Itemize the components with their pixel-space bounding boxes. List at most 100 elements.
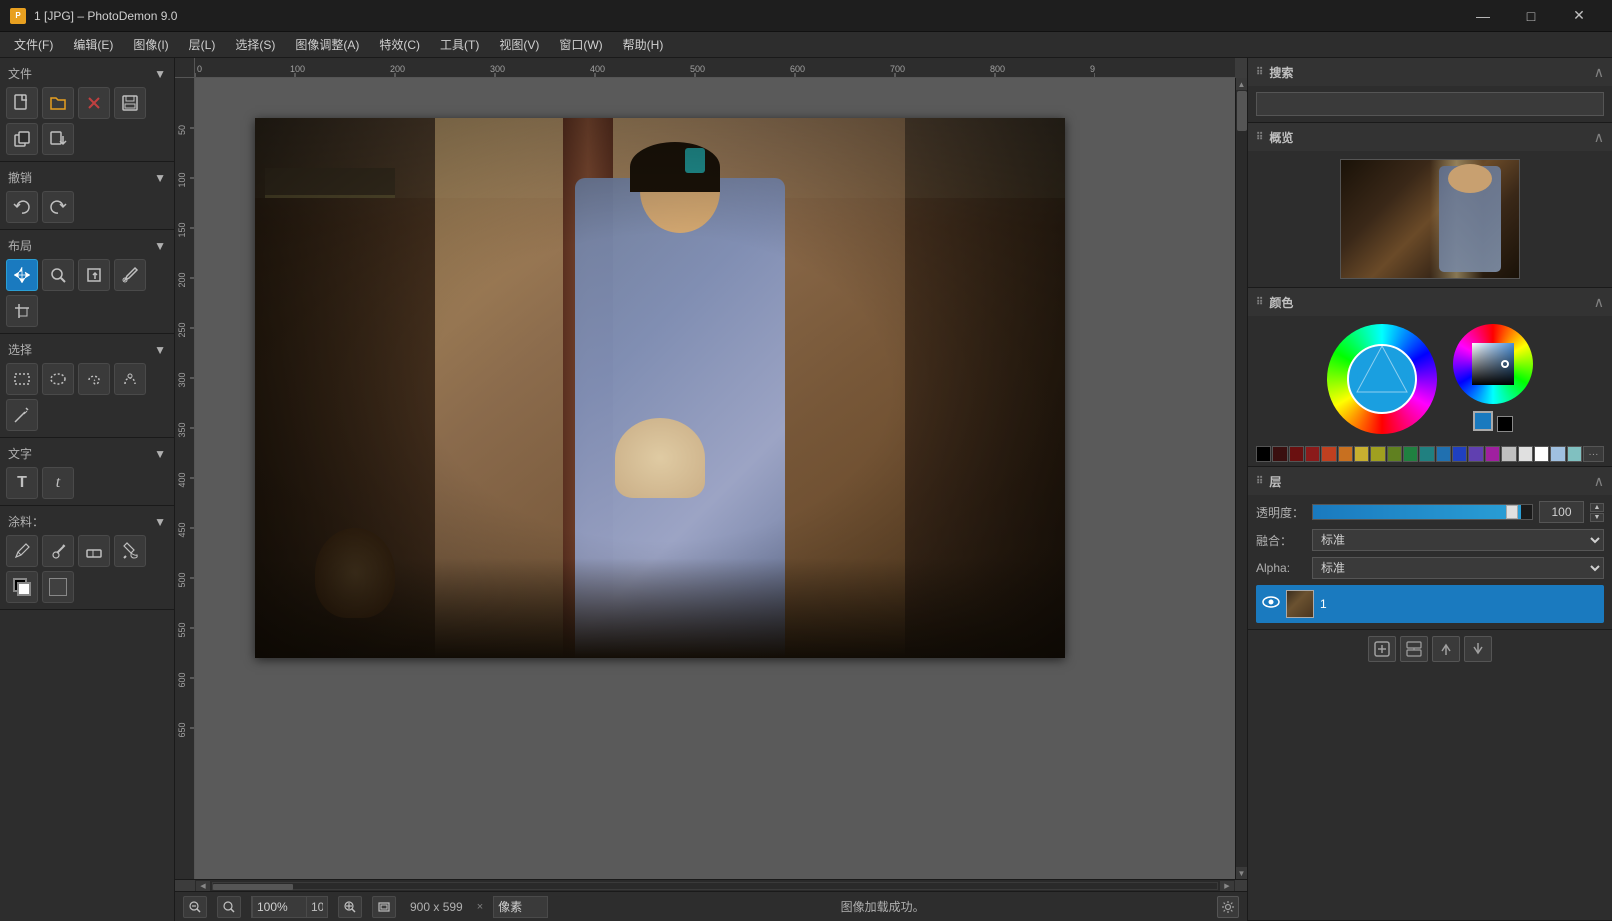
h-scroll-thumb[interactable]: [213, 884, 293, 890]
text-section-header[interactable]: 文字 ▼: [0, 442, 174, 465]
swatch-yellow1[interactable]: [1354, 446, 1369, 462]
open-file-button[interactable]: [42, 87, 74, 119]
menu-item-图像(I)[interactable]: 图像(I): [123, 34, 178, 56]
more-swatches-button[interactable]: ···: [1583, 446, 1604, 462]
magic-select-button[interactable]: [114, 363, 146, 395]
opacity-down[interactable]: ▼: [1590, 513, 1604, 522]
layer-item-1[interactable]: 1: [1256, 585, 1604, 623]
swatch-darkred[interactable]: [1272, 446, 1287, 462]
lasso-select-button[interactable]: [78, 363, 110, 395]
add-layer-button[interactable]: [1368, 636, 1396, 662]
sl-wheel[interactable]: [1327, 324, 1437, 434]
menu-item-工具(T)[interactable]: 工具(T): [430, 34, 489, 56]
opacity-slider[interactable]: [1312, 504, 1533, 520]
redo-button[interactable]: [42, 191, 74, 223]
swatch-blue1[interactable]: [1436, 446, 1451, 462]
close-file-button[interactable]: [78, 87, 110, 119]
eyedropper-tool-button[interactable]: [114, 259, 146, 291]
bg-color-box[interactable]: [1497, 416, 1513, 432]
layers-expand-icon[interactable]: ∧: [1594, 473, 1604, 490]
settings-button[interactable]: [1217, 896, 1239, 918]
h-scrollbar[interactable]: ◀ ▶: [195, 880, 1235, 891]
text-tool-button[interactable]: T: [6, 467, 38, 499]
swatch-blue2[interactable]: [1452, 446, 1467, 462]
h-scroll-track[interactable]: [212, 882, 1218, 890]
swatch-orange2[interactable]: [1338, 446, 1353, 462]
save-file-button[interactable]: [114, 87, 146, 119]
swatch-teal[interactable]: [1419, 446, 1434, 462]
copy-button[interactable]: [6, 123, 38, 155]
swatch-purple2[interactable]: [1485, 446, 1500, 462]
crop-tool-button[interactable]: [6, 295, 38, 327]
text-fancy-button[interactable]: t: [42, 467, 74, 499]
blend-select[interactable]: 标准正片叠底滤色叠加: [1312, 529, 1604, 551]
swatch-yellow2[interactable]: [1370, 446, 1385, 462]
rect-select-button[interactable]: [6, 363, 38, 395]
merge-layers-button[interactable]: [1400, 636, 1428, 662]
fit-button[interactable]: [372, 896, 396, 918]
zoom-control[interactable]: 100% 25%50%75%100%150%200%: [251, 896, 328, 918]
hue-wheel-ring[interactable]: [1453, 324, 1533, 404]
swatch-purple1[interactable]: [1468, 446, 1483, 462]
opacity-thumb[interactable]: [1506, 505, 1518, 519]
zoom-out-button[interactable]: [183, 896, 207, 918]
scroll-up-button[interactable]: ▲: [1236, 78, 1247, 90]
layout-section-header[interactable]: 布局 ▼: [0, 234, 174, 257]
close-button[interactable]: ✕: [1556, 0, 1602, 32]
hue-wheel[interactable]: [1453, 324, 1533, 434]
canvas-viewport[interactable]: [195, 78, 1235, 879]
menu-item-视图(V)[interactable]: 视图(V): [489, 34, 549, 56]
move-layer-down-button[interactable]: [1464, 636, 1492, 662]
scroll-right-button[interactable]: ▶: [1220, 881, 1234, 891]
alpha-select[interactable]: 标准无继承: [1312, 557, 1604, 579]
move-layer-up-button[interactable]: [1432, 636, 1460, 662]
fg-color-box[interactable]: [1473, 411, 1493, 431]
transform-tool-button[interactable]: [78, 259, 110, 291]
scroll-left-button[interactable]: ◀: [196, 881, 210, 891]
export-button[interactable]: [42, 123, 74, 155]
swatch-lightgray[interactable]: [1518, 446, 1533, 462]
swatch-lightblue[interactable]: [1550, 446, 1565, 462]
menu-item-特效(C)[interactable]: 特效(C): [369, 34, 430, 56]
layers-header[interactable]: ⠿ 层 ∧: [1248, 467, 1612, 495]
zoom-input[interactable]: 100%: [252, 896, 307, 918]
swatch-orange1[interactable]: [1321, 446, 1336, 462]
move-tool-button[interactable]: [6, 259, 38, 291]
swatch-green2[interactable]: [1403, 446, 1418, 462]
swatch-lightteal[interactable]: [1567, 446, 1582, 462]
swatch-white[interactable]: [1534, 446, 1549, 462]
pencil-button[interactable]: [6, 535, 38, 567]
search-input[interactable]: [1256, 92, 1604, 116]
file-section-header[interactable]: 文件 ▼: [0, 62, 174, 85]
scroll-down-button[interactable]: ▼: [1236, 867, 1247, 879]
paint-section-header[interactable]: 涂料： ▼: [0, 510, 174, 533]
fill-button[interactable]: [114, 535, 146, 567]
zoom-select[interactable]: 25%50%75%100%150%200%: [307, 896, 327, 918]
zoom-in-button[interactable]: [338, 896, 362, 918]
wand-select-button[interactable]: [6, 399, 38, 431]
zoom-tool-button[interactable]: [42, 259, 74, 291]
color-header[interactable]: ⠿ 颜色 ∧: [1248, 288, 1612, 316]
ellipse-select-button[interactable]: [42, 363, 74, 395]
minimize-button[interactable]: —: [1460, 0, 1506, 32]
menu-item-编辑(E)[interactable]: 编辑(E): [63, 34, 123, 56]
v-scroll-thumb[interactable]: [1237, 91, 1247, 131]
swatch-green1[interactable]: [1387, 446, 1402, 462]
swatch-black[interactable]: [1256, 446, 1271, 462]
opacity-input[interactable]: 100: [1539, 501, 1584, 523]
color-box-button[interactable]: [42, 571, 74, 603]
menu-item-窗口(W)[interactable]: 窗口(W): [549, 34, 612, 56]
right-scrollbar[interactable]: ▲ ▼: [1235, 78, 1247, 879]
select-section-header[interactable]: 选择 ▼: [0, 338, 174, 361]
menu-item-选择(S)[interactable]: 选择(S): [225, 34, 285, 56]
search-header[interactable]: ⠿ 搜索 ∧: [1248, 58, 1612, 86]
menu-item-层(L)[interactable]: 层(L): [179, 34, 226, 56]
opacity-up[interactable]: ▲: [1590, 503, 1604, 512]
layer-visibility-icon[interactable]: [1262, 595, 1280, 613]
menu-item-文件(F)[interactable]: 文件(F): [4, 34, 63, 56]
units-select[interactable]: 像素: [493, 896, 548, 918]
menu-item-帮助(H)[interactable]: 帮助(H): [613, 34, 674, 56]
overview-expand-icon[interactable]: ∧: [1594, 129, 1604, 146]
color-expand-icon[interactable]: ∧: [1594, 294, 1604, 311]
search-expand-icon[interactable]: ∧: [1594, 64, 1604, 81]
